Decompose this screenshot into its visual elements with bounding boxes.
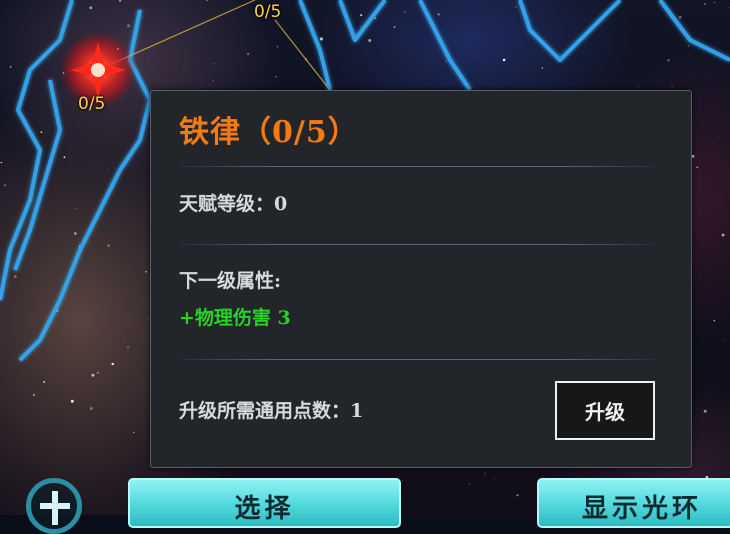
figure-outline-right-1 — [338, 0, 387, 42]
figure-outline-left — [0, 0, 74, 301]
figure-outline-inner — [13, 79, 62, 271]
talent-title: 铁律（0/5） — [179, 115, 359, 150]
talent-node-core — [91, 63, 105, 77]
talent-level-text: 天赋等级：0 — [179, 193, 288, 215]
figure-outline-right-5 — [298, 0, 332, 91]
next-level-header: 下一级属性: — [179, 270, 282, 292]
divider — [181, 166, 655, 167]
select-button[interactable]: 选择 — [128, 478, 401, 528]
upgrade-cost-text: 升级所需通用点数：1 — [179, 400, 364, 422]
upgrade-button[interactable]: 升级 — [555, 381, 655, 440]
figure-outline-right-4 — [658, 0, 730, 62]
add-icon[interactable] — [26, 478, 82, 534]
show-aura-button[interactable]: 显示光环 — [537, 478, 730, 528]
next-level-bonus: +物理伤害 3 — [179, 307, 291, 329]
talent-tooltip: 铁律（0/5） 天赋等级：0 下一级属性: +物理伤害 3 升级所需通用点数：1… — [150, 90, 692, 468]
divider — [181, 359, 655, 360]
node-level-label: 0/5 — [254, 2, 282, 22]
figure-outline-right-2 — [418, 0, 472, 92]
node-level-label: 0/5 — [78, 94, 106, 114]
figure-outline-right-3 — [518, 0, 622, 62]
divider — [181, 244, 655, 245]
